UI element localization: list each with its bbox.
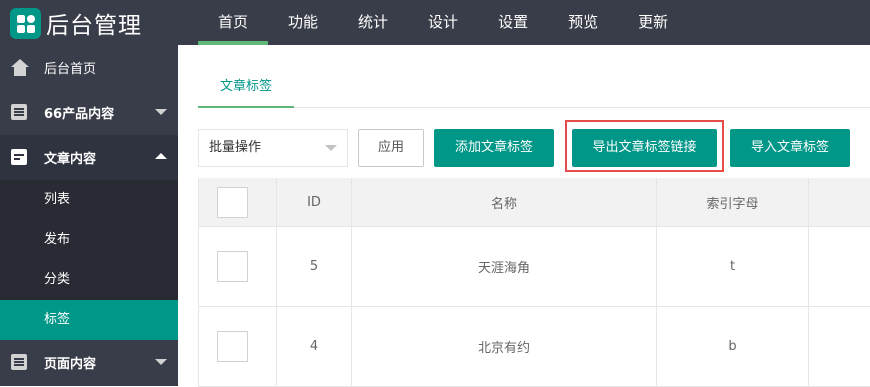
table-row: 4 北京有约 b: [198, 307, 870, 387]
row-index: t: [657, 227, 809, 306]
row-actions: [809, 227, 870, 306]
sidebar-item-products[interactable]: 66产品内容: [0, 90, 178, 135]
header-index: 索引字母: [657, 178, 809, 226]
sidebar-subitem-tags[interactable]: 标签: [0, 300, 178, 340]
sidebar-subitem-list[interactable]: 列表: [0, 180, 178, 220]
header-checkbox-cell: [198, 178, 277, 226]
chevron-up-icon: [155, 153, 167, 159]
tab-bar: 文章标签: [198, 67, 870, 108]
nav-item-settings[interactable]: 设置: [478, 0, 548, 45]
sidebar-item-articles[interactable]: 文章内容: [0, 135, 178, 180]
nav-item-features[interactable]: 功能: [268, 0, 338, 45]
chevron-down-icon: [155, 359, 167, 365]
nav-item-preview[interactable]: 预览: [548, 0, 618, 45]
select-all-checkbox[interactable]: [217, 186, 248, 218]
nav-item-design[interactable]: 设计: [408, 0, 478, 45]
home-icon: [11, 58, 31, 77]
sidebar: 后台首页 66产品内容 文章内容 列表 发布 分类 标签 页面内容: [0, 45, 178, 386]
row-id: 4: [277, 307, 352, 386]
top-nav: 首页 功能 统计 设计 设置 预览 更新: [198, 0, 688, 45]
table-header-row: ID 名称 索引字母: [198, 178, 870, 227]
row-checkbox-cell: [198, 227, 277, 306]
batch-action-select[interactable]: 批量操作: [198, 129, 348, 167]
chevron-down-icon: [155, 109, 167, 115]
logo-text: 后台管理: [46, 13, 142, 39]
nav-item-stats[interactable]: 统计: [338, 0, 408, 45]
row-actions: [809, 307, 870, 386]
batch-action-value: 批量操作: [209, 140, 262, 155]
sidebar-item-home[interactable]: 后台首页: [0, 45, 178, 90]
row-index: b: [657, 307, 809, 386]
header-id: ID: [277, 178, 352, 226]
sidebar-item-label: 页面内容: [44, 357, 97, 372]
table-row: 5 天涯海角 t: [198, 227, 870, 307]
article-icon: [11, 148, 31, 167]
sidebar-item-pages[interactable]: 页面内容: [0, 340, 178, 385]
nav-item-update[interactable]: 更新: [618, 0, 688, 45]
row-checkbox[interactable]: [217, 331, 248, 362]
nav-item-home[interactable]: 首页: [198, 0, 269, 45]
list-icon: [11, 103, 31, 122]
row-name: 天涯海角: [352, 227, 657, 306]
sidebar-subitem-publish[interactable]: 发布: [0, 220, 178, 260]
tags-table: ID 名称 索引字母 5 天涯海角 t 4 北京有约 b: [198, 178, 870, 387]
highlight-box: [565, 120, 724, 172]
row-checkbox-cell: [198, 307, 277, 386]
top-bar: 后台管理 首页 功能 统计 设计 设置 预览 更新: [0, 0, 870, 45]
apply-button[interactable]: 应用: [358, 129, 424, 167]
page-icon: [11, 353, 31, 372]
row-name: 北京有约: [352, 307, 657, 386]
tab-article-tags[interactable]: 文章标签: [198, 67, 294, 108]
grid-logo-icon: [10, 7, 41, 39]
row-id: 5: [277, 227, 352, 306]
import-tags-button[interactable]: 导入文章标签: [730, 129, 850, 167]
sidebar-item-label: 文章内容: [44, 152, 97, 167]
chevron-down-icon: [325, 145, 337, 151]
header-name: 名称: [352, 178, 657, 226]
logo[interactable]: 后台管理: [10, 7, 142, 39]
add-tag-button[interactable]: 添加文章标签: [434, 129, 554, 167]
sidebar-subitem-category[interactable]: 分类: [0, 260, 178, 300]
sidebar-submenu-articles: 列表 发布 分类 标签: [0, 180, 178, 340]
row-checkbox[interactable]: [217, 251, 248, 282]
sidebar-item-label: 后台首页: [44, 62, 97, 77]
sidebar-item-label: 66产品内容: [44, 107, 115, 122]
header-actions: [809, 178, 870, 226]
